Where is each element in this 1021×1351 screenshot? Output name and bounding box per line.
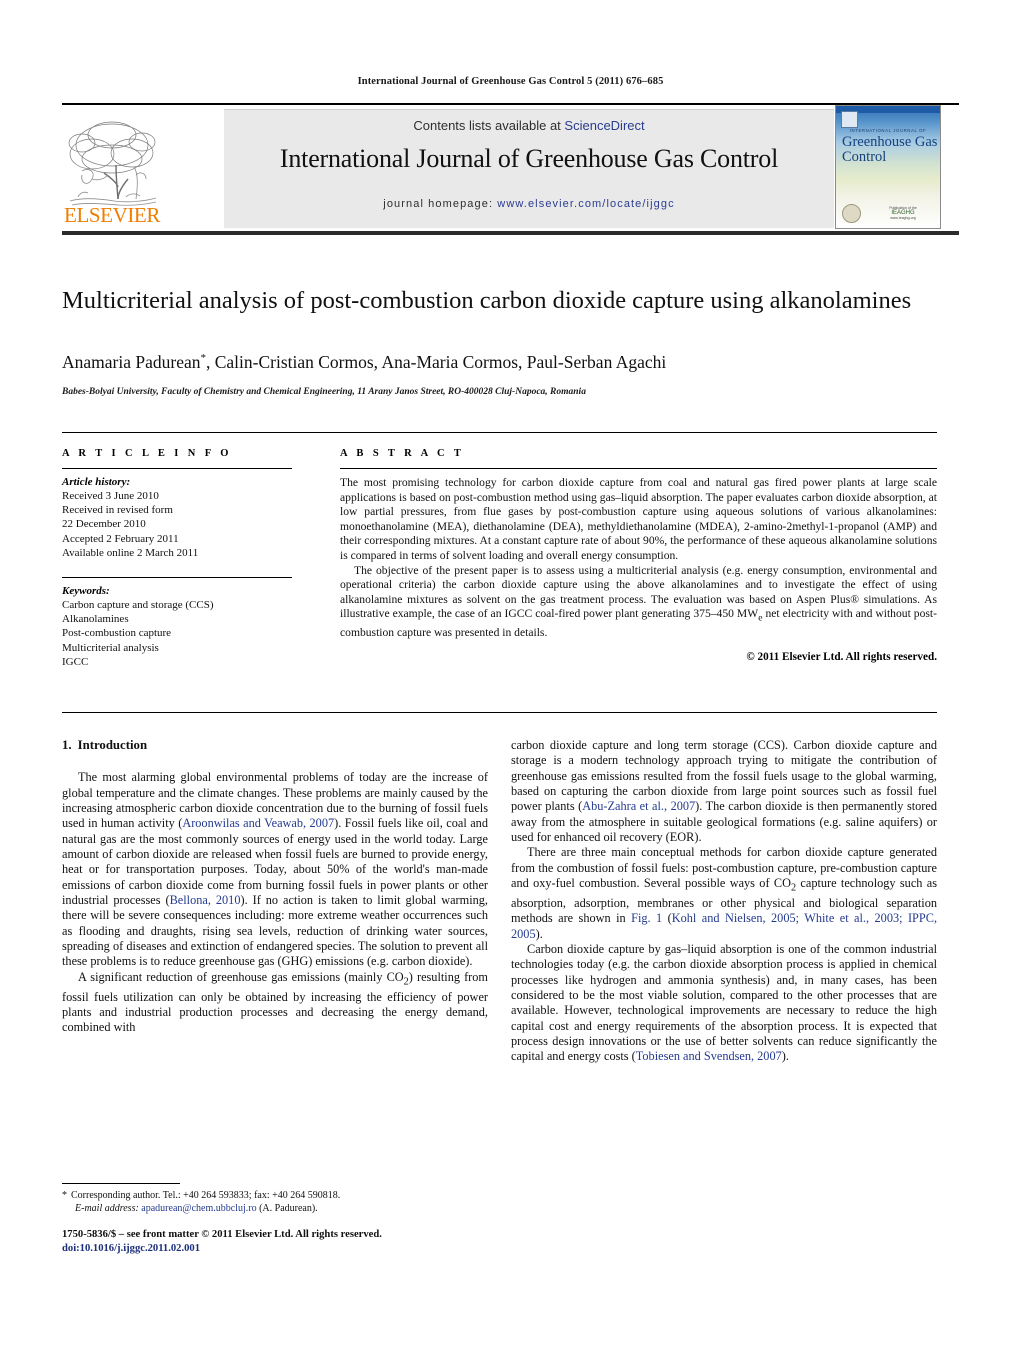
para-text: Carbon dioxide capture by gas–liquid abs…: [511, 941, 937, 1064]
sciencedirect-link[interactable]: ScienceDirect: [564, 118, 644, 133]
abstract-column: A B S T R A C T The most promising techn…: [340, 448, 937, 663]
email-link[interactable]: apadurean@chem.ubbcluj.ro: [141, 1203, 256, 1214]
article-history-label: Article history:: [62, 476, 131, 488]
footnote-email-line: E-mail address: apadurean@chem.ubbcluj.r…: [62, 1202, 492, 1215]
cover-foot-line2: www.ieaghg.org: [890, 216, 916, 220]
author-first: Anamaria Padurean: [62, 352, 201, 372]
cover-publisher-mark: [841, 111, 858, 128]
corresponding-author-footnote: * Corresponding author. Tel.: +40 264 593…: [62, 1189, 492, 1215]
history-item: Available online 2 March 2011: [62, 546, 199, 559]
info-abstract-top-rule: [62, 432, 937, 433]
elsevier-logo: ELSEVIER: [62, 109, 162, 227]
email-suffix: (A. Padurean).: [259, 1203, 318, 1214]
abstract-bottom-rule: [62, 712, 937, 713]
homepage-url-link[interactable]: www.elsevier.com/locate/ijggc: [497, 198, 674, 210]
citation-link[interactable]: Abu-Zahra et al., 2007: [582, 799, 695, 813]
cover-supertitle: INTERNATIONAL JOURNAL OF: [849, 128, 927, 133]
homepage-label: journal homepage:: [383, 198, 494, 210]
copyright-line: © 2011 Elsevier Ltd. All rights reserved…: [746, 650, 937, 663]
article-info-rule: [62, 468, 292, 469]
abstract-body: The most promising technology for carbon…: [340, 476, 937, 641]
citation-link[interactable]: Aroonwilas and Veawab, 2007: [182, 816, 334, 830]
keywords-rule: [62, 577, 292, 579]
article-info-heading: A R T I C L E I N F O: [62, 448, 232, 459]
author-affiliation: Babes-Bolyai University, Faculty of Chem…: [62, 387, 586, 397]
masthead-rule-top: [62, 103, 959, 105]
body-paragraph: carbon dioxide capture and long term sto…: [511, 738, 937, 845]
keywords-label: Keywords:: [62, 585, 110, 598]
keyword-item: Post-combustion capture: [62, 627, 172, 640]
para-text: ).: [781, 1049, 789, 1064]
cover-badge-icon: [842, 204, 861, 223]
issn-copyright-line: 1750-5836/$ – see front matter © 2011 El…: [62, 1229, 382, 1240]
author-list: Anamaria Padurean*, Calin-Cristian Cormo…: [62, 352, 932, 373]
abstract-paragraph: The objective of the present paper is to…: [340, 564, 937, 641]
footnote-rule: [62, 1183, 180, 1184]
body-paragraph: Carbon dioxide capture by gas–liquid abs…: [511, 942, 937, 1065]
section-title: Introduction: [77, 738, 148, 752]
cover-footer: Publication of the IEAGHG www.ieaghg.org: [870, 206, 936, 221]
journal-masthead: ELSEVIER Contents lists available at Sci…: [62, 103, 959, 235]
article-title: Multicriterial analysis of post-combusti…: [62, 287, 912, 314]
page-footer: 1750-5836/$ – see front matter © 2011 El…: [62, 1228, 562, 1255]
keyword-item: Alkanolamines: [62, 613, 129, 626]
doi-link[interactable]: doi:10.1016/j.ijggc.2011.02.001: [62, 1242, 562, 1256]
keyword-item: IGCC: [62, 655, 89, 668]
para-text: (: [662, 911, 672, 926]
journal-title: International Journal of Greenhouse Gas …: [279, 144, 779, 173]
abstract-paragraph: The most promising technology for carbon…: [340, 476, 937, 562]
citation-link[interactable]: Tobiesen and Svendsen, 2007: [636, 1049, 782, 1063]
abstract-heading: A B S T R A C T: [340, 448, 465, 459]
keyword-item: Multicriterial analysis: [62, 641, 159, 654]
running-head: International Journal of Greenhouse Gas …: [357, 76, 664, 87]
abstract-rule: [340, 468, 937, 469]
section-heading-introduction: 1. Introduction: [62, 738, 488, 753]
body-paragraph: A significant reduction of greenhouse ga…: [62, 970, 488, 1036]
masthead-rule-bottom: [62, 231, 959, 235]
history-item: Received in revised form: [62, 504, 173, 517]
para-text: ).: [535, 926, 543, 941]
author-rest: , Calin-Cristian Cormos, Ana-Maria Cormo…: [205, 352, 667, 372]
footnote-text: Corresponding author. Tel.: +40 264 5938…: [71, 1190, 341, 1201]
citation-link[interactable]: Bellona, 2010: [170, 893, 241, 907]
email-label: E-mail address:: [75, 1203, 139, 1214]
svg-text:ELSEVIER: ELSEVIER: [64, 203, 160, 227]
history-item: 22 December 2010: [62, 518, 146, 531]
paper-page: International Journal of Greenhouse Gas …: [0, 0, 1021, 1351]
body-paragraph: The most alarming global environmental p…: [62, 770, 488, 969]
journal-cover-thumbnail: INTERNATIONAL JOURNAL OF Greenhouse Gas …: [835, 105, 941, 229]
contents-list-line: Contents lists available at ScienceDirec…: [224, 118, 834, 133]
footnote-marker: *: [62, 1190, 67, 1201]
cover-title: Greenhouse Gas Control: [842, 134, 938, 165]
body-column-right: carbon dioxide capture and long term sto…: [511, 738, 937, 1065]
body-column-left: 1. Introduction The most alarming global …: [62, 738, 488, 1036]
history-item: Accepted 2 February 2011: [62, 532, 179, 545]
para-text: A significant reduction of greenhouse ga…: [78, 969, 404, 984]
figure-reference-link[interactable]: Fig. 1: [631, 911, 662, 925]
keyword-item: Carbon capture and storage (CCS): [62, 599, 214, 612]
history-item: Received 3 June 2010: [62, 490, 159, 502]
journal-homepage-line: journal homepage: www.elsevier.com/locat…: [224, 198, 834, 210]
section-number: 1.: [62, 738, 72, 752]
contents-label: Contents lists available at: [413, 118, 561, 133]
body-paragraph: There are three main conceptual methods …: [511, 845, 937, 942]
article-info-column: A R T I C L E I N F O Article history: R…: [62, 448, 292, 669]
journal-banner: Contents lists available at ScienceDirec…: [224, 109, 834, 228]
